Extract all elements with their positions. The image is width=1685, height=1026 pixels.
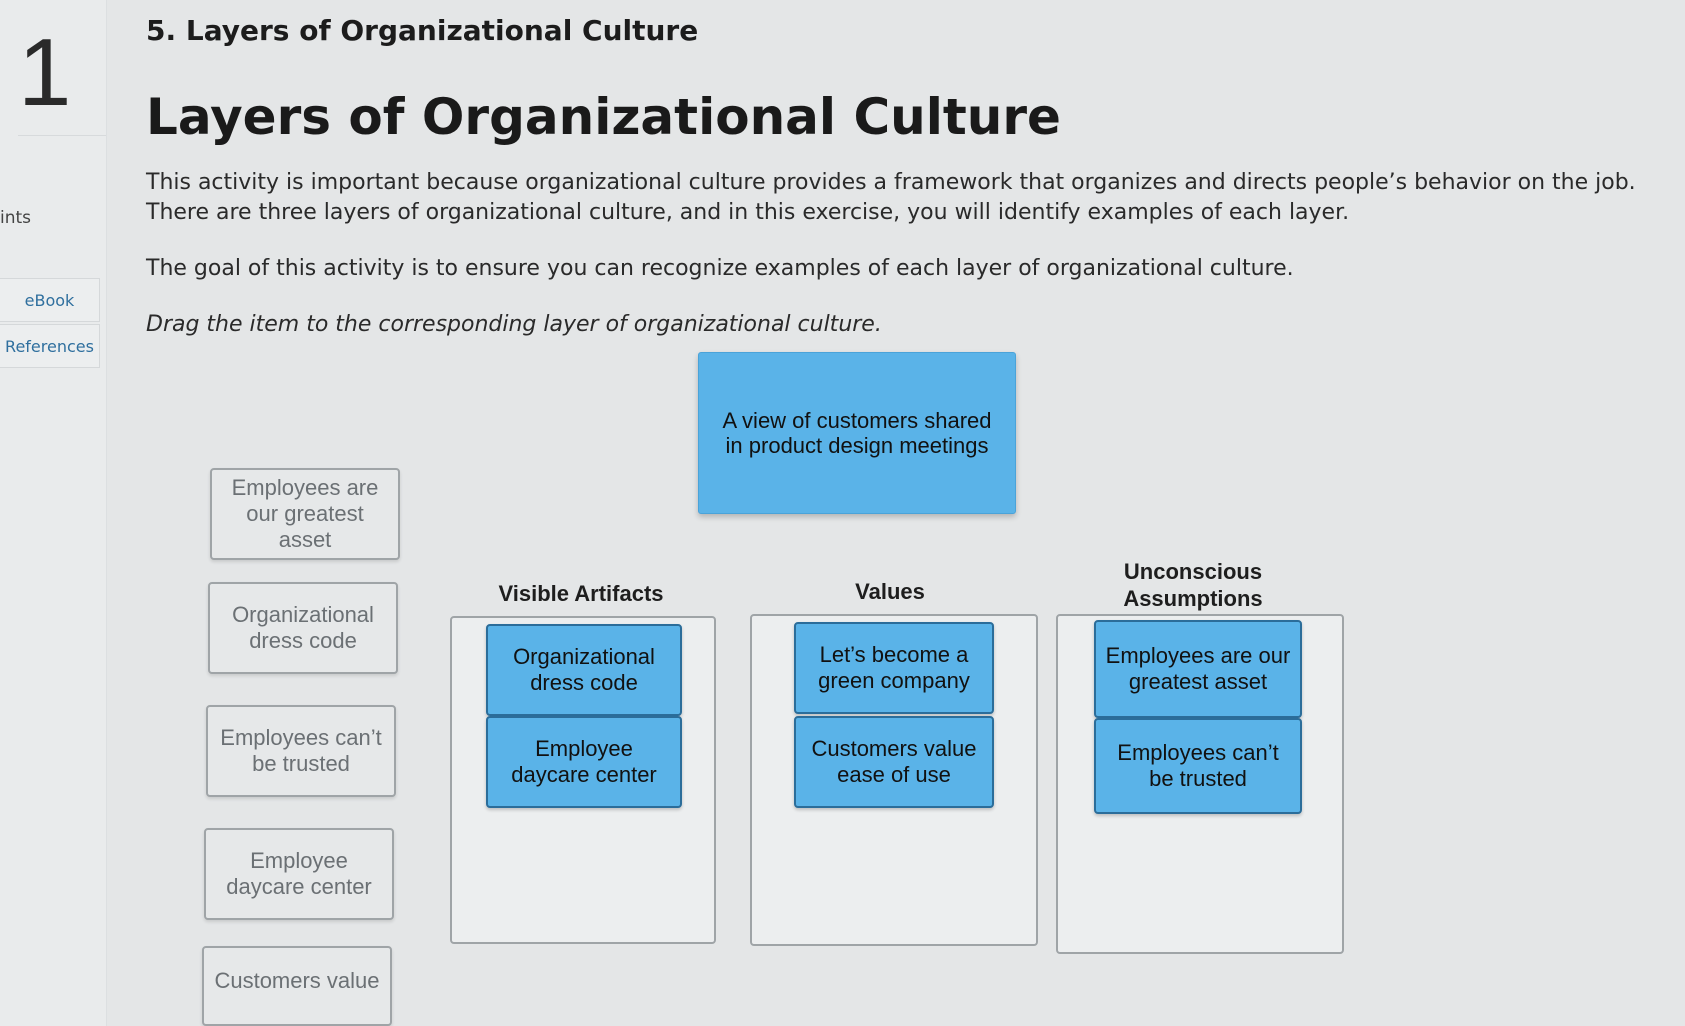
source-card[interactable]: Customers value [202,946,392,1026]
dragging-card[interactable]: A view of customers shared in product de… [698,352,1016,514]
placed-card[interactable]: Employees can’t be trusted [1094,718,1302,814]
zone-label-values: Values [855,579,925,604]
placed-card[interactable]: Employee daycare center [486,716,682,808]
instruction-text: Drag the item to the corresponding layer… [146,312,882,337]
placed-card[interactable]: Customers value ease of use [794,716,994,808]
placed-card[interactable]: Let’s become a green company [794,622,994,714]
source-card[interactable]: Employee daycare center [204,828,394,920]
source-card[interactable]: Organizational dress code [208,582,398,674]
source-card[interactable]: Employees can’t be trusted [206,705,396,797]
placed-card[interactable]: Employees are our greatest asset [1094,620,1302,718]
references-link[interactable]: References [0,324,100,368]
zone-label-visible-artifacts: Visible Artifacts [498,581,664,606]
ebook-link[interactable]: eBook [0,278,100,322]
points-label: ints [0,208,32,228]
goal-paragraph: The goal of this activity is to ensure y… [146,256,1294,281]
placed-card[interactable]: Organizational dress code [486,624,682,716]
intro-paragraph: This activity is important because organ… [146,170,1636,225]
page-heading: Layers of Organizational Culture [146,88,1061,146]
zone-label-unconscious-assumptions: Unconscious Assumptions [1123,559,1263,611]
source-card[interactable]: Employees are our greatest asset [210,468,400,560]
question-number: 1 [18,10,106,136]
question-title: 5. Layers of Organizational Culture [146,14,699,47]
left-sidebar: 1 ints eBook References [0,0,107,1026]
